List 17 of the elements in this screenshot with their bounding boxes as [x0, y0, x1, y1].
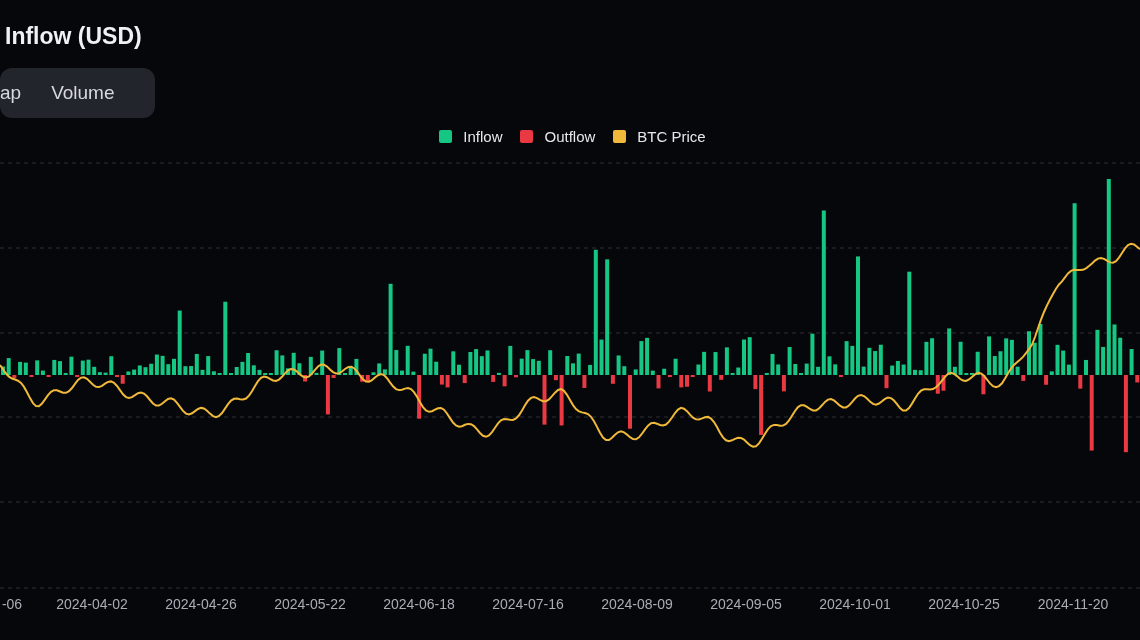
axis-label: 2024-04-26: [165, 596, 237, 612]
axis-label: 2024-09-05: [710, 596, 782, 612]
axis-label: 2024-10-01: [819, 596, 891, 612]
axis-label: 2024-11-20: [1037, 596, 1109, 612]
axis-label: 2024-07-16: [492, 596, 564, 612]
chart-title: Inflow (USD): [4, 22, 143, 50]
axis-label: 2024-04-02: [56, 596, 128, 612]
axis-label: 2024-06-18: [383, 596, 455, 612]
legend-label[interactable]: BTC Price: [637, 128, 706, 145]
legend-label[interactable]: Inflow: [463, 128, 503, 145]
tab[interactable]: ap: [0, 74, 36, 112]
axis-label: -06: [1, 596, 23, 612]
tab[interactable]: Volume: [51, 74, 129, 112]
axis-label: 2024-08-09: [601, 596, 673, 612]
axis-label: 2024-10-25: [928, 596, 1000, 612]
axis-label: 2024-05-22: [274, 596, 346, 612]
legend-label[interactable]: Outflow: [544, 128, 596, 145]
